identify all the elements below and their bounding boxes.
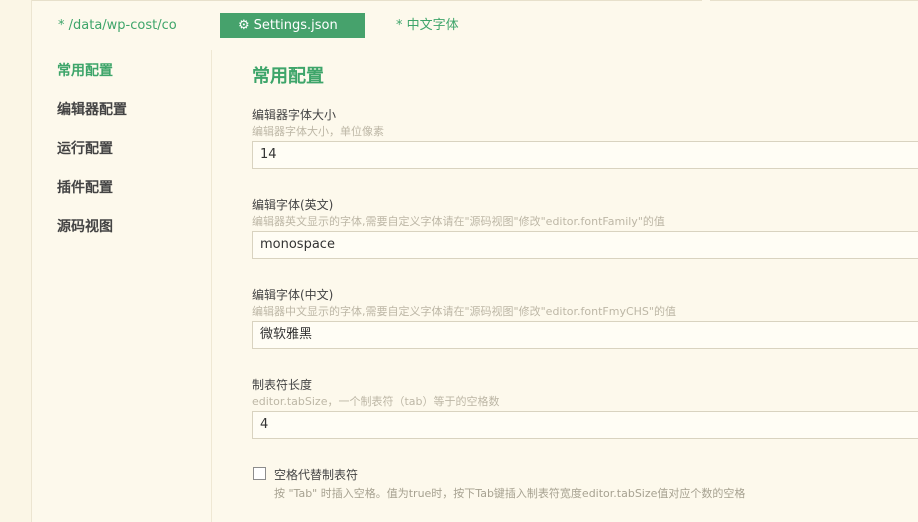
left-gutter (0, 0, 32, 522)
settings-main: 常用配置 编辑器字体大小 编辑器字体大小，单位像素 14 编辑字体(英文) 编辑… (252, 50, 918, 522)
tab-size-input[interactable]: 4 (252, 411, 918, 439)
insert-spaces-checkbox[interactable] (253, 467, 266, 480)
tab-chinese-font[interactable]: * 中文字体 (396, 13, 459, 38)
sidebar-item-general[interactable]: 常用配置 (57, 60, 113, 80)
field-description: 编辑器字体大小，单位像素 (252, 125, 384, 138)
checkbox-description: 按 "Tab" 时插入空格。值为true时，按下Tab键插入制表符宽度edito… (274, 487, 746, 500)
tab-wp-cost[interactable]: * /data/wp-cost/co (58, 13, 177, 38)
tab-settings-json[interactable]: ⚙ Settings.json (220, 13, 365, 38)
tab-settings-label: Settings.json (253, 18, 338, 33)
font-en-input[interactable]: monospace (252, 231, 918, 259)
sidebar-item-editor[interactable]: 编辑器配置 (57, 99, 127, 119)
field-tab-size: 制表符长度 editor.tabSize，一个制表符（tab）等于的空格数 4 (252, 377, 918, 439)
font-cn-input[interactable]: 微软雅黑 (252, 321, 918, 349)
field-description: 编辑器英文显示的字体,需要自定义字体请在"源码视图"修改"editor.font… (252, 215, 665, 228)
field-label: 制表符长度 (252, 378, 313, 392)
gear-icon: ⚙ (238, 18, 250, 33)
settings-sidebar: 常用配置 编辑器配置 运行配置 插件配置 源码视图 (32, 50, 212, 522)
field-font-cn: 编辑字体(中文) 编辑器中文显示的字体,需要自定义字体请在"源码视图"修改"ed… (252, 287, 918, 349)
field-font-size: 编辑器字体大小 编辑器字体大小，单位像素 14 (252, 107, 918, 169)
field-font-en: 编辑字体(英文) 编辑器英文显示的字体,需要自定义字体请在"源码视图"修改"ed… (252, 197, 918, 259)
field-label: 编辑器字体大小 (252, 108, 337, 122)
page-title: 常用配置 (252, 66, 324, 87)
top-border (32, 0, 918, 3)
checkbox-label[interactable]: 空格代替制表符 (274, 466, 358, 483)
field-label: 编辑字体(中文) (252, 288, 334, 302)
font-size-input[interactable]: 14 (252, 141, 918, 169)
field-label: 编辑字体(英文) (252, 198, 334, 212)
field-description: editor.tabSize，一个制表符（tab）等于的空格数 (252, 395, 500, 408)
sidebar-item-source-view[interactable]: 源码视图 (57, 216, 113, 236)
sidebar-item-run[interactable]: 运行配置 (57, 138, 113, 158)
sidebar-item-plugins[interactable]: 插件配置 (57, 177, 113, 197)
tab-bar: * /data/wp-cost/co ⚙ Settings.json * 中文字体 (32, 13, 918, 39)
field-description: 编辑器中文显示的字体,需要自定义字体请在"源码视图"修改"editor.font… (252, 305, 676, 318)
